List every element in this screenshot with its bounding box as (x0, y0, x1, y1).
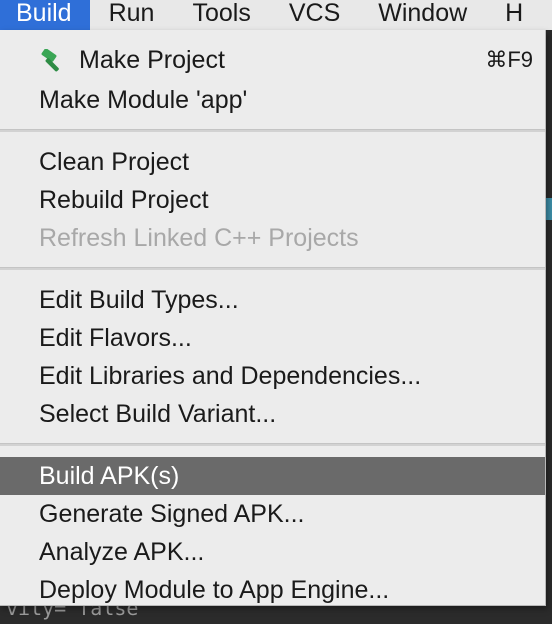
menu-item-label: Make Project (79, 46, 225, 74)
menu-item-label: Edit Libraries and Dependencies... (39, 362, 422, 390)
menu-separator (0, 267, 545, 270)
menu-item-label: Edit Build Types... (39, 286, 239, 314)
menu-item-analyze-apk[interactable]: Analyze APK... (0, 533, 545, 571)
menu-item-label: Refresh Linked C++ Projects (39, 224, 359, 252)
menu-item-label: Build APK(s) (39, 462, 180, 490)
menu-tools[interactable]: Tools (173, 0, 269, 30)
menu-separator (0, 129, 545, 132)
menu-item-label: Analyze APK... (39, 538, 205, 566)
menu-item-label: Clean Project (39, 148, 190, 176)
menu-item-generate-signed-apk[interactable]: Generate Signed APK... (0, 495, 545, 533)
menu-run[interactable]: Run (90, 0, 174, 30)
hammer-icon (41, 49, 59, 72)
menu-item-clean-project[interactable]: Clean Project (0, 143, 545, 181)
menu-item-make-module[interactable]: Make Module 'app' (0, 81, 545, 119)
menu-item-label: Make Module 'app' (39, 86, 248, 114)
menu-item-label: Edit Flavors... (39, 324, 192, 352)
menu-item-build-apk[interactable]: Build APK(s) (0, 457, 545, 495)
ide-window: Build Run Tools VCS Window H vity="false… (0, 0, 552, 624)
menu-bar: Build Run Tools VCS Window H (0, 0, 552, 30)
menu-item-select-build-variant[interactable]: Select Build Variant... (0, 395, 545, 433)
menu-window[interactable]: Window (359, 0, 486, 30)
menu-item-rebuild-project[interactable]: Rebuild Project (0, 181, 545, 219)
menu-item-edit-libraries[interactable]: Edit Libraries and Dependencies... (0, 357, 545, 395)
menu-item-label: Deploy Module to App Engine... (39, 576, 390, 604)
editor-highlight (546, 198, 552, 220)
menu-vcs[interactable]: VCS (270, 0, 359, 30)
menu-separator (0, 443, 545, 446)
menu-item-make-project[interactable]: Make Project ⌘F9 (0, 41, 545, 79)
menu-item-deploy-module[interactable]: Deploy Module to App Engine... (0, 571, 545, 609)
menu-item-label: Rebuild Project (39, 186, 209, 214)
menu-item-label: Generate Signed APK... (39, 500, 305, 528)
menu-help[interactable]: H (486, 0, 542, 30)
menu-item-refresh-cpp: Refresh Linked C++ Projects (0, 219, 545, 257)
menu-item-edit-build-types[interactable]: Edit Build Types... (0, 281, 545, 319)
menu-item-edit-flavors[interactable]: Edit Flavors... (0, 319, 545, 357)
menu-build[interactable]: Build (0, 0, 90, 30)
shortcut-label: ⌘F9 (485, 47, 533, 72)
menu-item-label: Select Build Variant... (39, 400, 277, 428)
build-menu-dropdown: Make Project ⌘F9 Make Module 'app' Clean… (0, 30, 546, 606)
